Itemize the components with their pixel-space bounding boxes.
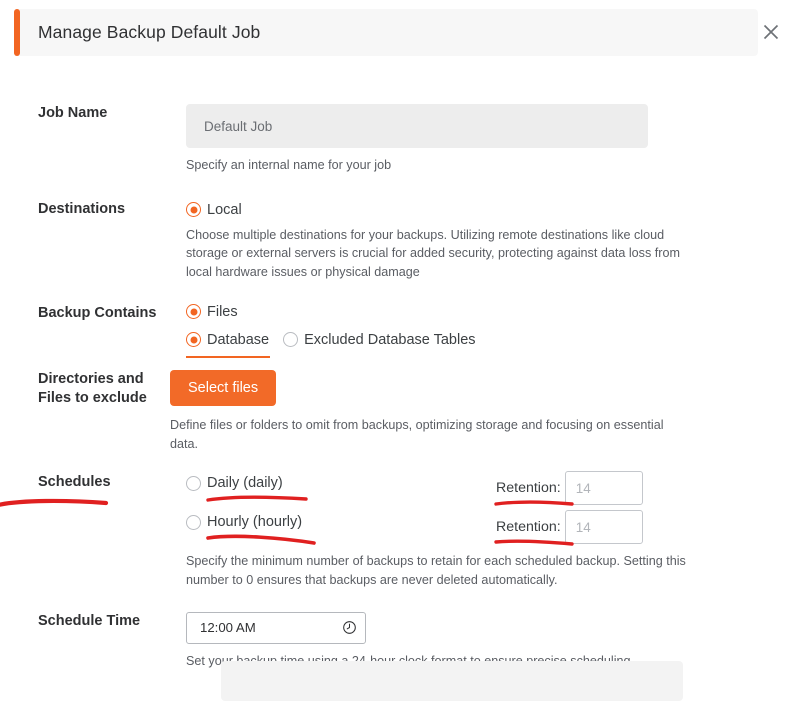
retention-input-hourly[interactable] (564, 510, 643, 545)
modal-header: Manage Backup Default Job (14, 9, 758, 56)
schedule-hourly-label: Hourly (hourly) (207, 514, 303, 531)
backup-job-form: Job Name Specify an internal name for yo… (0, 56, 789, 670)
close-icon[interactable] (758, 19, 784, 45)
job-name-row: Job Name Specify an internal name for yo… (0, 104, 789, 175)
radio-local-icon[interactable] (186, 202, 201, 218)
backup-excluded-tables-label: Excluded Database Tables (304, 331, 476, 348)
schedule-time-input[interactable] (198, 619, 342, 636)
schedule-option-daily[interactable]: Daily (daily) (186, 475, 761, 502)
next-field-clipped (221, 661, 683, 701)
destination-local-label: Local (207, 201, 242, 218)
header-accent-bar (14, 9, 20, 56)
radio-hourly-icon[interactable] (186, 514, 201, 530)
backup-contains-field-col: Files Database Excluded Database Tables (186, 304, 789, 358)
radio-database-icon[interactable] (186, 332, 201, 347)
backup-contains-row: Backup Contains Files Database Excluded … (0, 304, 789, 358)
destinations-label: Destinations (38, 200, 126, 217)
radio-files-icon[interactable] (186, 304, 201, 319)
schedule-daily-label: Daily (daily) (207, 475, 283, 492)
database-active-underline (186, 355, 270, 358)
exclude-help: Define files or folders to omit from bac… (170, 418, 664, 451)
job-name-input[interactable] (186, 104, 648, 148)
schedules-label: Schedules (0, 473, 186, 508)
retention-input-daily[interactable] (564, 471, 643, 506)
backup-database-label: Database (207, 331, 270, 348)
backup-contains-label: Backup Contains (38, 304, 157, 321)
clock-icon[interactable] (342, 620, 357, 635)
job-name-help: Specify an internal name for your job (186, 158, 392, 172)
schedules-help: Specify the minimum number of backups to… (186, 554, 686, 587)
annotation-underline-schedules (0, 497, 116, 511)
job-name-field-col: Specify an internal name for your job (186, 104, 789, 175)
backup-option-database-group: Database Excluded Database Tables (186, 331, 761, 358)
schedule-time-input-wrap[interactable] (186, 611, 366, 644)
page-title: Manage Backup Default Job (38, 22, 261, 42)
backup-option-files[interactable]: Files (186, 304, 761, 320)
retention-label-hourly: Retention: (494, 519, 574, 546)
radio-excluded-database-tables-icon[interactable] (283, 332, 299, 347)
exclude-label: Directories and Files to exclude (38, 370, 147, 407)
schedule-time-label: Schedule Time (38, 612, 141, 629)
destination-option-local[interactable]: Local (186, 202, 761, 218)
radio-daily-icon[interactable] (186, 475, 201, 491)
select-files-button[interactable]: Select files (170, 369, 277, 406)
schedules-label-text: Schedules (38, 474, 111, 491)
annotation-underline-hourly (206, 532, 324, 548)
schedules-field-col: Daily (daily) Retention: 14 Hourly (hour… (186, 471, 789, 589)
retention-group-hourly: Retention: (494, 510, 643, 546)
destinations-field-col: Local Choose multiple destinations for y… (186, 200, 789, 282)
schedule-option-hourly[interactable]: Hourly (hourly) (186, 514, 761, 546)
job-name-label: Job Name (38, 105, 108, 121)
destinations-row: Destinations Local Choose multiple desti… (0, 200, 789, 282)
schedules-row: Schedules Daily (daily) Retention: 14 Ho… (0, 471, 789, 589)
backup-files-label: Files (207, 303, 238, 320)
retention-label-daily: Retention: (494, 480, 574, 506)
annotation-underline-daily (206, 493, 316, 507)
exclude-row: Directories and Files to exclude Select … (0, 369, 789, 454)
retention-group-daily: Retention: (494, 471, 643, 506)
destinations-help: Choose multiple destinations for your ba… (186, 227, 680, 279)
exclude-field-col: Select files Define files or folders to … (170, 369, 789, 454)
